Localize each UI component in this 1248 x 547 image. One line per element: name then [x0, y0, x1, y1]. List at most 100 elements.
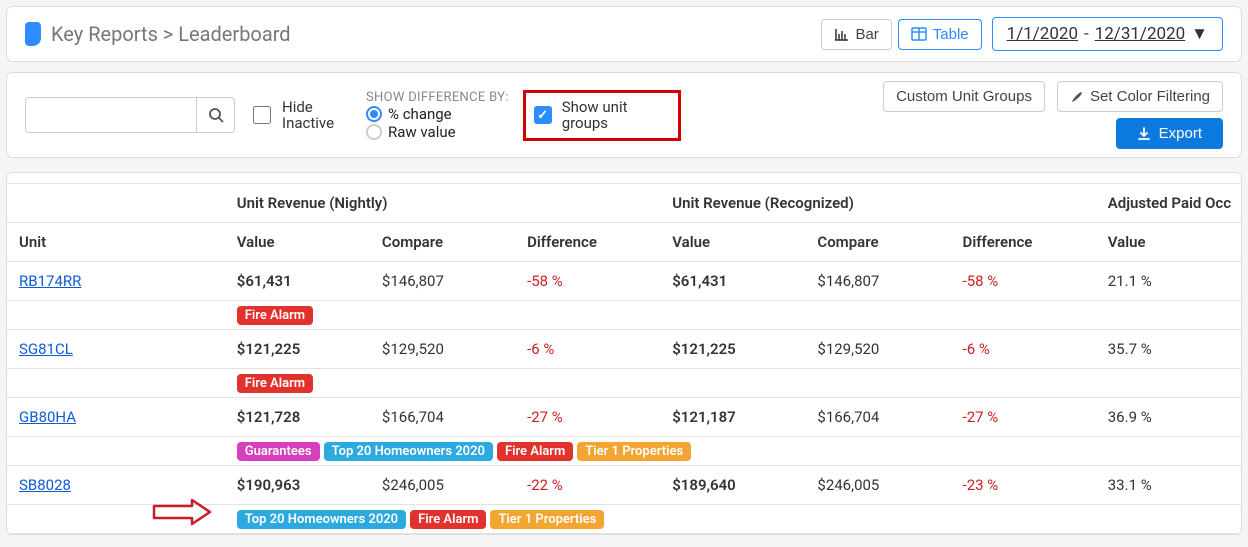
unit-link[interactable]: SB8028	[19, 476, 71, 494]
annotation-arrow-icon	[152, 498, 212, 526]
cell-nightly-value: $121,728	[225, 398, 370, 437]
cell-recog-value: $121,225	[660, 330, 805, 369]
hide-inactive-checkbox[interactable]: Hide Inactive	[249, 99, 352, 132]
cell-nightly-diff: -58 %	[515, 262, 660, 301]
radio-icon	[366, 124, 382, 140]
show-difference-label: SHOW DIFFERENCE BY:	[366, 90, 509, 105]
cell-recog-diff: -6 %	[951, 330, 1096, 369]
col-value[interactable]: Value	[225, 223, 370, 262]
export-label: Export	[1159, 125, 1202, 142]
col-compare[interactable]: Compare	[370, 223, 515, 262]
unit-group-tag[interactable]: Fire Alarm	[237, 306, 313, 325]
cell-occ: 35.7 %	[1096, 330, 1241, 369]
show-unit-groups-checkbox[interactable]: ✓	[534, 106, 552, 124]
view-bar-label: Bar	[855, 26, 878, 43]
cell-tags: Fire Alarm	[225, 369, 1241, 398]
cell-recog-value: $121,187	[660, 398, 805, 437]
show-difference-group: SHOW DIFFERENCE BY: % change Raw value	[366, 90, 509, 141]
col-compare[interactable]: Compare	[805, 223, 950, 262]
col-value[interactable]: Value	[660, 223, 805, 262]
bar-chart-icon	[834, 27, 849, 41]
table-row: GB80HA$121,728$166,704-27 %$121,187$166,…	[7, 398, 1241, 437]
cell-recog-diff: -23 %	[951, 466, 1096, 505]
cell-tags: Top 20 Homeowners 2020Fire AlarmTier 1 P…	[225, 505, 1241, 534]
set-color-filtering-label: Set Color Filtering	[1090, 88, 1210, 105]
cell-tags: GuaranteesTop 20 Homeowners 2020Fire Ala…	[225, 437, 1241, 466]
cell-nightly-compare: $129,520	[370, 330, 515, 369]
header-unit-rev-nightly[interactable]: Unit Revenue (Nightly)	[225, 184, 660, 223]
tag-row: GuaranteesTop 20 Homeowners 2020Fire Ala…	[7, 437, 1241, 466]
search-input[interactable]	[26, 98, 196, 132]
header-blank	[7, 184, 225, 223]
cell-nightly-value: $121,225	[225, 330, 370, 369]
cell-nightly-diff: -6 %	[515, 330, 660, 369]
col-difference[interactable]: Difference	[951, 223, 1096, 262]
cell-occ: 33.1 %	[1096, 466, 1241, 505]
unit-group-tag[interactable]: Fire Alarm	[237, 374, 313, 393]
breadcrumb: Key Reports > Leaderboard	[51, 22, 811, 46]
leaderboard-table: Unit Revenue (Nightly) Unit Revenue (Rec…	[7, 183, 1241, 534]
topbar: Key Reports > Leaderboard Bar Table 1/1/…	[6, 6, 1242, 62]
col-value[interactable]: Value	[1096, 223, 1241, 262]
brush-icon	[1070, 90, 1084, 104]
unit-link[interactable]: RB174RR	[19, 272, 81, 290]
cell-nightly-compare: $166,704	[370, 398, 515, 437]
header-adj-paid-occ[interactable]: Adjusted Paid Occ	[1096, 184, 1241, 223]
cell-nightly-compare: $146,807	[370, 262, 515, 301]
unit-group-tag[interactable]: Tier 1 Properties	[490, 510, 604, 529]
download-icon	[1137, 127, 1151, 141]
cell-recog-compare: $246,005	[805, 466, 950, 505]
cell-nightly-value: $61,431	[225, 262, 370, 301]
cell-unit: GB80HA	[7, 398, 225, 437]
view-table-button[interactable]: Table	[898, 19, 982, 50]
view-bar-button[interactable]: Bar	[821, 19, 891, 50]
unit-link[interactable]: GB80HA	[19, 408, 76, 426]
unit-group-tag[interactable]: Top 20 Homeowners 2020	[237, 510, 406, 529]
date-end: 12/31/2020	[1095, 24, 1185, 44]
cell-recog-compare: $129,520	[805, 330, 950, 369]
cell-nightly-value: $190,963	[225, 466, 370, 505]
cell-recog-value: $189,640	[660, 466, 805, 505]
hide-inactive-input[interactable]	[253, 106, 271, 124]
cell-recog-value: $61,431	[660, 262, 805, 301]
cell-recog-compare: $146,807	[805, 262, 950, 301]
hide-inactive-label: Hide Inactive	[282, 99, 352, 132]
unit-group-tag[interactable]: Guarantees	[237, 442, 320, 461]
cell-occ: 36.9 %	[1096, 398, 1241, 437]
cell-recog-diff: -58 %	[951, 262, 1096, 301]
radio-pct-label: % change	[388, 105, 452, 123]
unit-group-tag[interactable]: Fire Alarm	[410, 510, 486, 529]
export-button[interactable]: Export	[1116, 118, 1223, 149]
cell-nightly-diff: -22 %	[515, 466, 660, 505]
search-box	[25, 97, 235, 133]
col-difference[interactable]: Difference	[515, 223, 660, 262]
radio-pct-change[interactable]: % change	[366, 105, 509, 123]
unit-group-tag[interactable]: Fire Alarm	[497, 442, 573, 461]
cell-recog-compare: $166,704	[805, 398, 950, 437]
date-range-picker[interactable]: 1/1/2020 - 12/31/2020 ▼	[992, 17, 1223, 51]
cell-tags: Fire Alarm	[225, 301, 1241, 330]
radio-raw-value[interactable]: Raw value	[366, 123, 509, 141]
filter-bar: Hide Inactive SHOW DIFFERENCE BY: % chan…	[6, 72, 1242, 158]
radio-icon	[366, 106, 382, 122]
table-icon	[911, 27, 927, 41]
unit-link[interactable]: SG81CL	[19, 340, 73, 358]
search-icon[interactable]	[196, 98, 234, 132]
cell-unit: SG81CL	[7, 330, 225, 369]
col-unit[interactable]: Unit	[7, 223, 225, 262]
chevron-down-icon: ▼	[1191, 24, 1208, 44]
show-unit-groups-box: ✓ Show unit groups	[523, 90, 681, 141]
view-table-label: Table	[933, 26, 969, 43]
show-unit-groups-label: Show unit groups	[562, 99, 652, 132]
radio-raw-label: Raw value	[388, 123, 456, 141]
app-logo-icon	[25, 22, 41, 46]
unit-group-tag[interactable]: Top 20 Homeowners 2020	[324, 442, 493, 461]
set-color-filtering-button[interactable]: Set Color Filtering	[1057, 81, 1223, 112]
view-toggle: Bar Table	[821, 19, 981, 50]
table-row: SG81CL$121,225$129,520-6 %$121,225$129,5…	[7, 330, 1241, 369]
cell-recog-diff: -27 %	[951, 398, 1096, 437]
unit-group-tag[interactable]: Tier 1 Properties	[577, 442, 691, 461]
custom-unit-groups-button[interactable]: Custom Unit Groups	[883, 81, 1045, 112]
cell-nightly-diff: -27 %	[515, 398, 660, 437]
header-unit-rev-recognized[interactable]: Unit Revenue (Recognized)	[660, 184, 1096, 223]
